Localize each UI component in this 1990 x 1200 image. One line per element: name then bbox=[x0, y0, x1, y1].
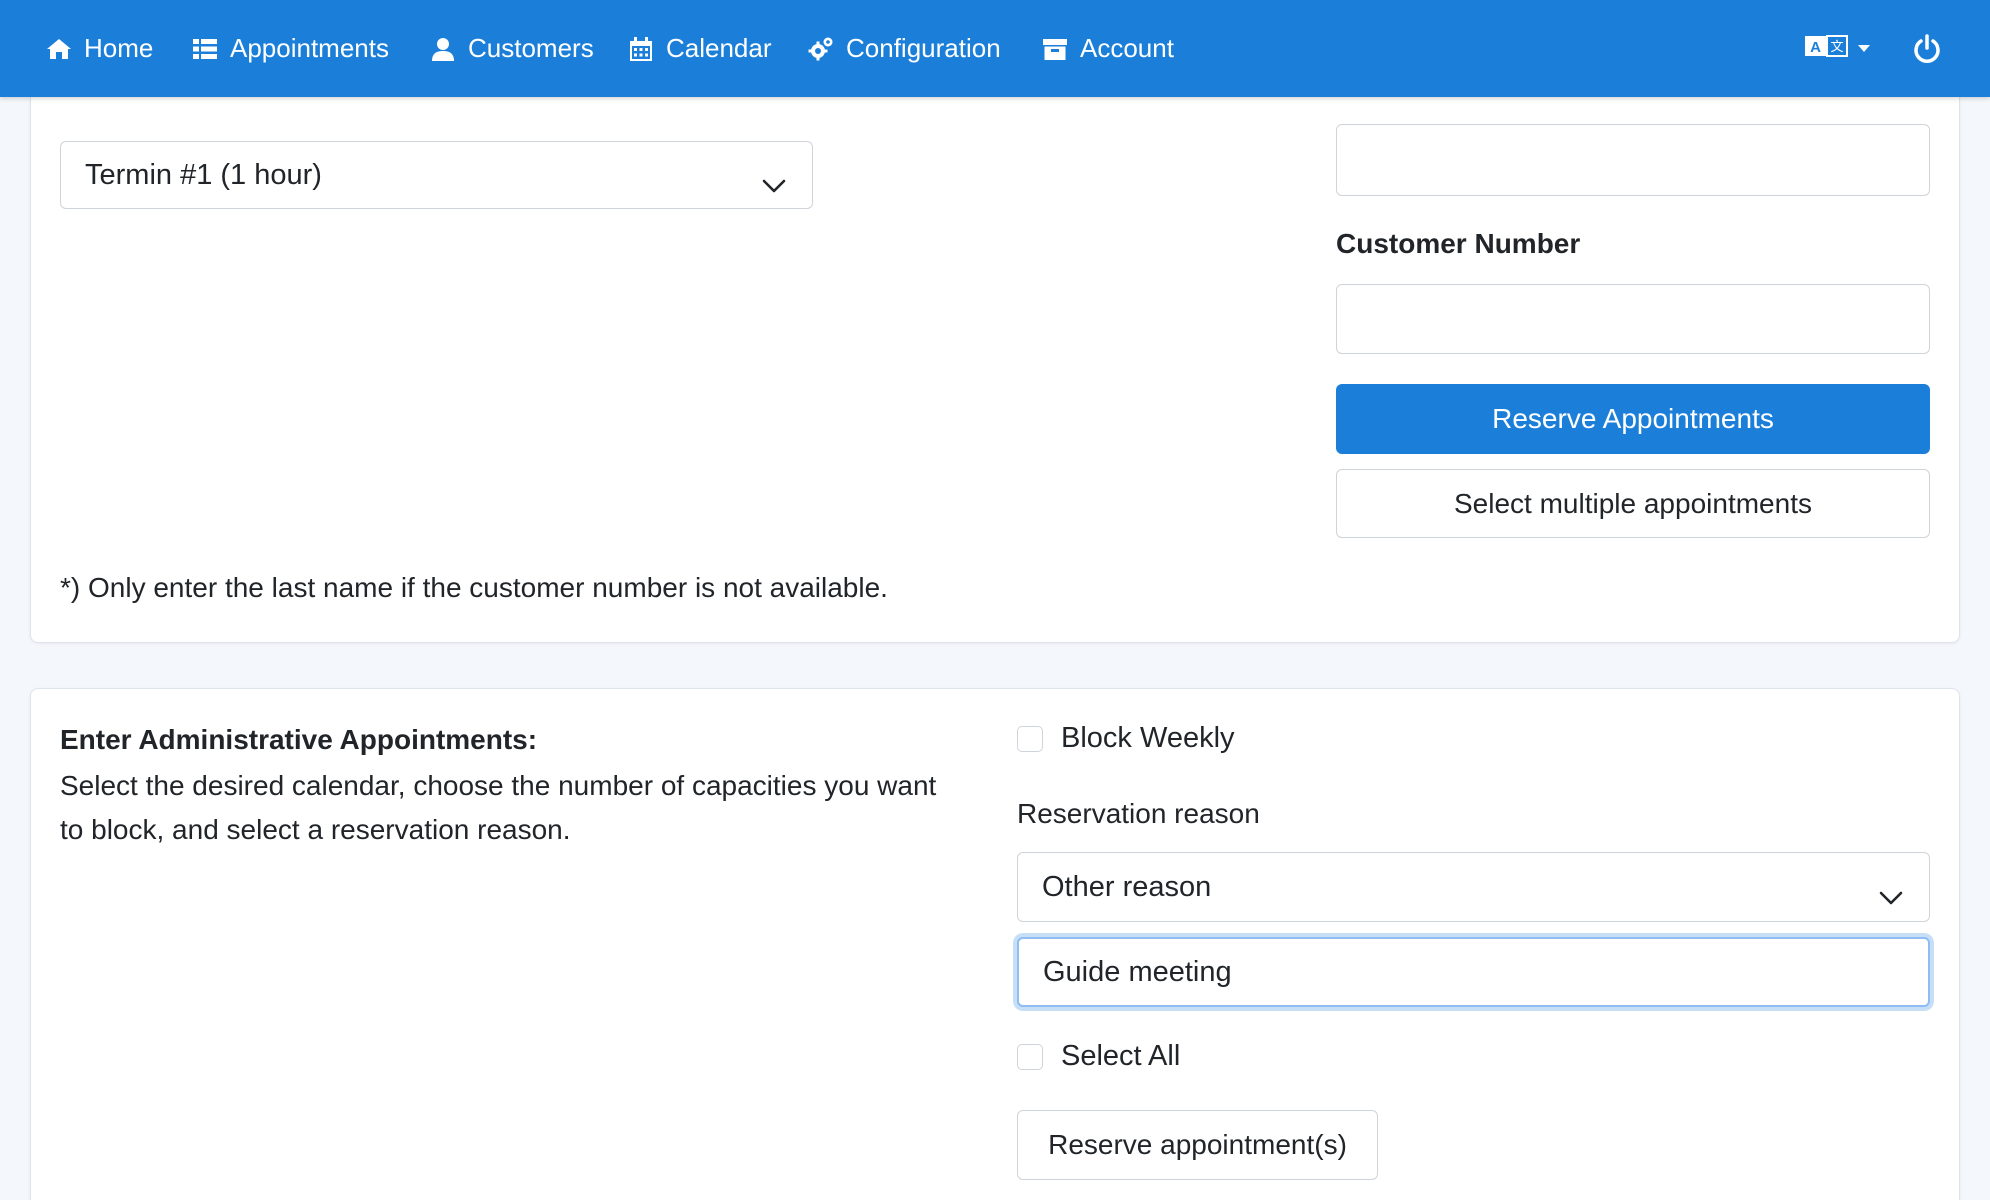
nav-appointments-label: Appointments bbox=[230, 33, 389, 63]
chevron-down-icon bbox=[762, 168, 786, 193]
reason-text-value: Guide meeting bbox=[1043, 955, 1232, 988]
cogs-icon bbox=[806, 34, 836, 64]
nav-customers[interactable]: Customers bbox=[428, 0, 594, 97]
customer-number-input[interactable] bbox=[1336, 284, 1930, 354]
select-all-row: Select All bbox=[1017, 1040, 1180, 1073]
nav-configuration-label: Configuration bbox=[846, 33, 1001, 63]
block-weekly-label: Block Weekly bbox=[1061, 722, 1235, 754]
user-icon bbox=[428, 34, 458, 64]
service-select[interactable]: Termin #1 (1 hour) bbox=[60, 141, 813, 209]
block-weekly-checkbox[interactable] bbox=[1017, 725, 1043, 752]
logout-button[interactable] bbox=[1912, 33, 1942, 64]
nav-customers-label: Customers bbox=[468, 33, 594, 63]
nav-appointments[interactable]: Appointments bbox=[190, 0, 389, 97]
language-icon: A 文 bbox=[1804, 33, 1848, 64]
select-multiple-button[interactable]: Select multiple appointments bbox=[1336, 469, 1930, 538]
list-icon bbox=[190, 34, 220, 64]
top-navbar: Home Appointments Customers Calendar Con… bbox=[0, 0, 1990, 97]
reason-text-input[interactable]: Guide meeting bbox=[1017, 937, 1930, 1007]
nav-calendar[interactable]: Calendar bbox=[626, 0, 772, 97]
nav-home-label: Home bbox=[84, 33, 154, 63]
chevron-down-icon bbox=[1879, 880, 1903, 905]
language-dropdown[interactable]: A 文 bbox=[1804, 33, 1870, 64]
nav-configuration[interactable]: Configuration bbox=[806, 0, 1001, 97]
nav-calendar-label: Calendar bbox=[666, 33, 772, 63]
reserve-appointments-button[interactable]: Reserve Appointments bbox=[1336, 384, 1930, 454]
reservation-reason-label: Reservation reason bbox=[1017, 798, 1260, 829]
reserve-admin-button[interactable]: Reserve appointment(s) bbox=[1017, 1110, 1378, 1180]
service-select-value: Termin #1 (1 hour) bbox=[85, 158, 322, 191]
calendar-icon bbox=[626, 34, 656, 64]
select-all-label: Select All bbox=[1061, 1040, 1181, 1072]
archive-icon bbox=[1040, 34, 1070, 64]
reservation-reason-value: Other reason bbox=[1042, 870, 1212, 903]
block-weekly-row: Block Weekly bbox=[1017, 722, 1235, 755]
svg-text:A: A bbox=[1810, 39, 1821, 56]
admin-description: Select the desired calendar, choose the … bbox=[60, 770, 937, 845]
select-all-checkbox[interactable] bbox=[1017, 1043, 1043, 1070]
admin-heading: Enter Administrative Appointments: bbox=[60, 724, 538, 755]
nav-account-label: Account bbox=[1080, 33, 1174, 63]
last-name-note: *) Only enter the last name if the custo… bbox=[60, 572, 888, 603]
reservation-reason-select[interactable]: Other reason bbox=[1017, 852, 1930, 922]
home-icon bbox=[44, 34, 74, 64]
power-icon bbox=[1912, 33, 1942, 68]
nav-home[interactable]: Home bbox=[44, 0, 153, 97]
nav-account[interactable]: Account bbox=[1040, 0, 1174, 97]
nav-right: A 文 bbox=[1804, 0, 1990, 97]
customer-number-label: Customer Number bbox=[1336, 228, 1581, 259]
svg-text:文: 文 bbox=[1830, 40, 1843, 55]
chevron-down-icon bbox=[1858, 45, 1870, 52]
last-name-input[interactable] bbox=[1336, 124, 1930, 196]
